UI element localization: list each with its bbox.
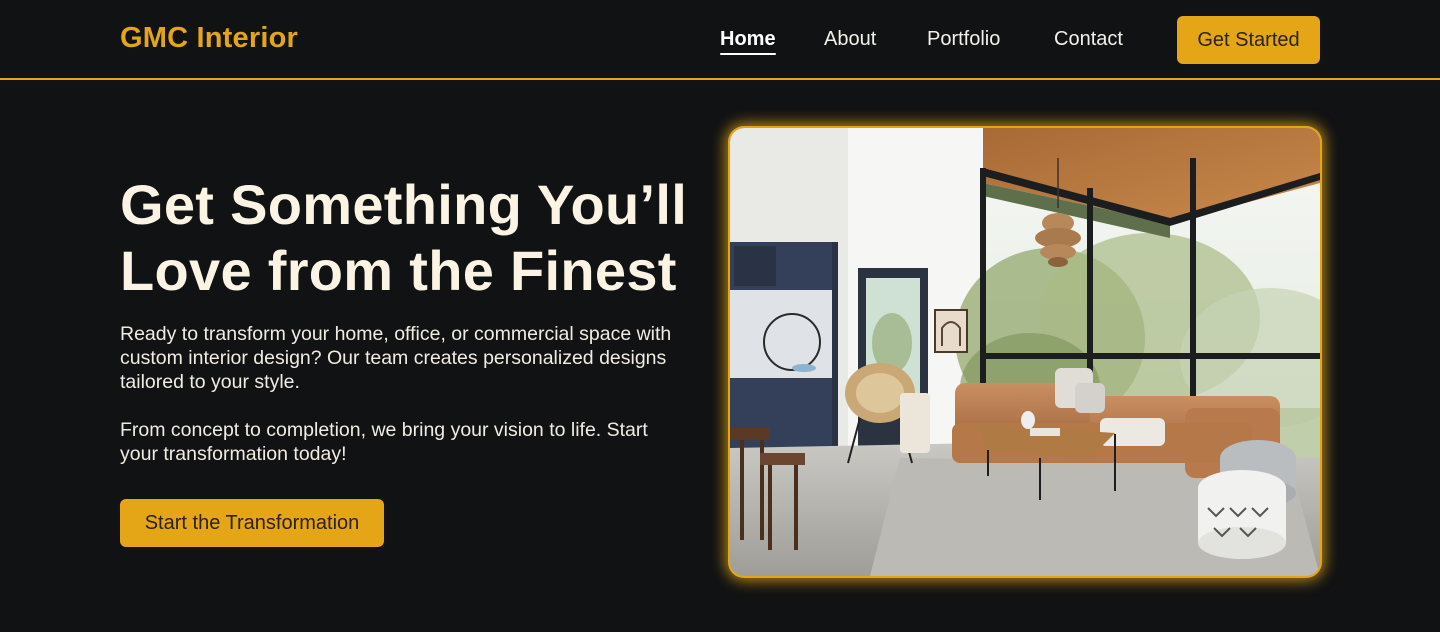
hero-living-room-image xyxy=(730,128,1320,576)
get-started-button[interactable]: Get Started xyxy=(1177,16,1320,64)
hero-title-line-1: Get Something You’ll xyxy=(120,173,688,236)
hero-title: Get Something You’ll Love from the Fines… xyxy=(120,172,720,304)
nav-link-contact[interactable]: Contact xyxy=(1054,28,1123,51)
hero-tagline: From concept to completion, we bring you… xyxy=(120,419,648,465)
hero-title-line-2: Love from the Finest xyxy=(120,239,677,302)
top-navbar: GMC Interior Home About Portfolio Contac… xyxy=(0,0,1440,80)
nav-link-portfolio[interactable]: Portfolio xyxy=(927,28,1000,51)
nav-link-about[interactable]: About xyxy=(824,28,876,51)
hero-description: Ready to transform your home, office, or… xyxy=(120,323,672,393)
nav-link-home[interactable]: Home xyxy=(720,28,776,55)
start-transformation-button[interactable]: Start the Transformation xyxy=(120,499,384,547)
